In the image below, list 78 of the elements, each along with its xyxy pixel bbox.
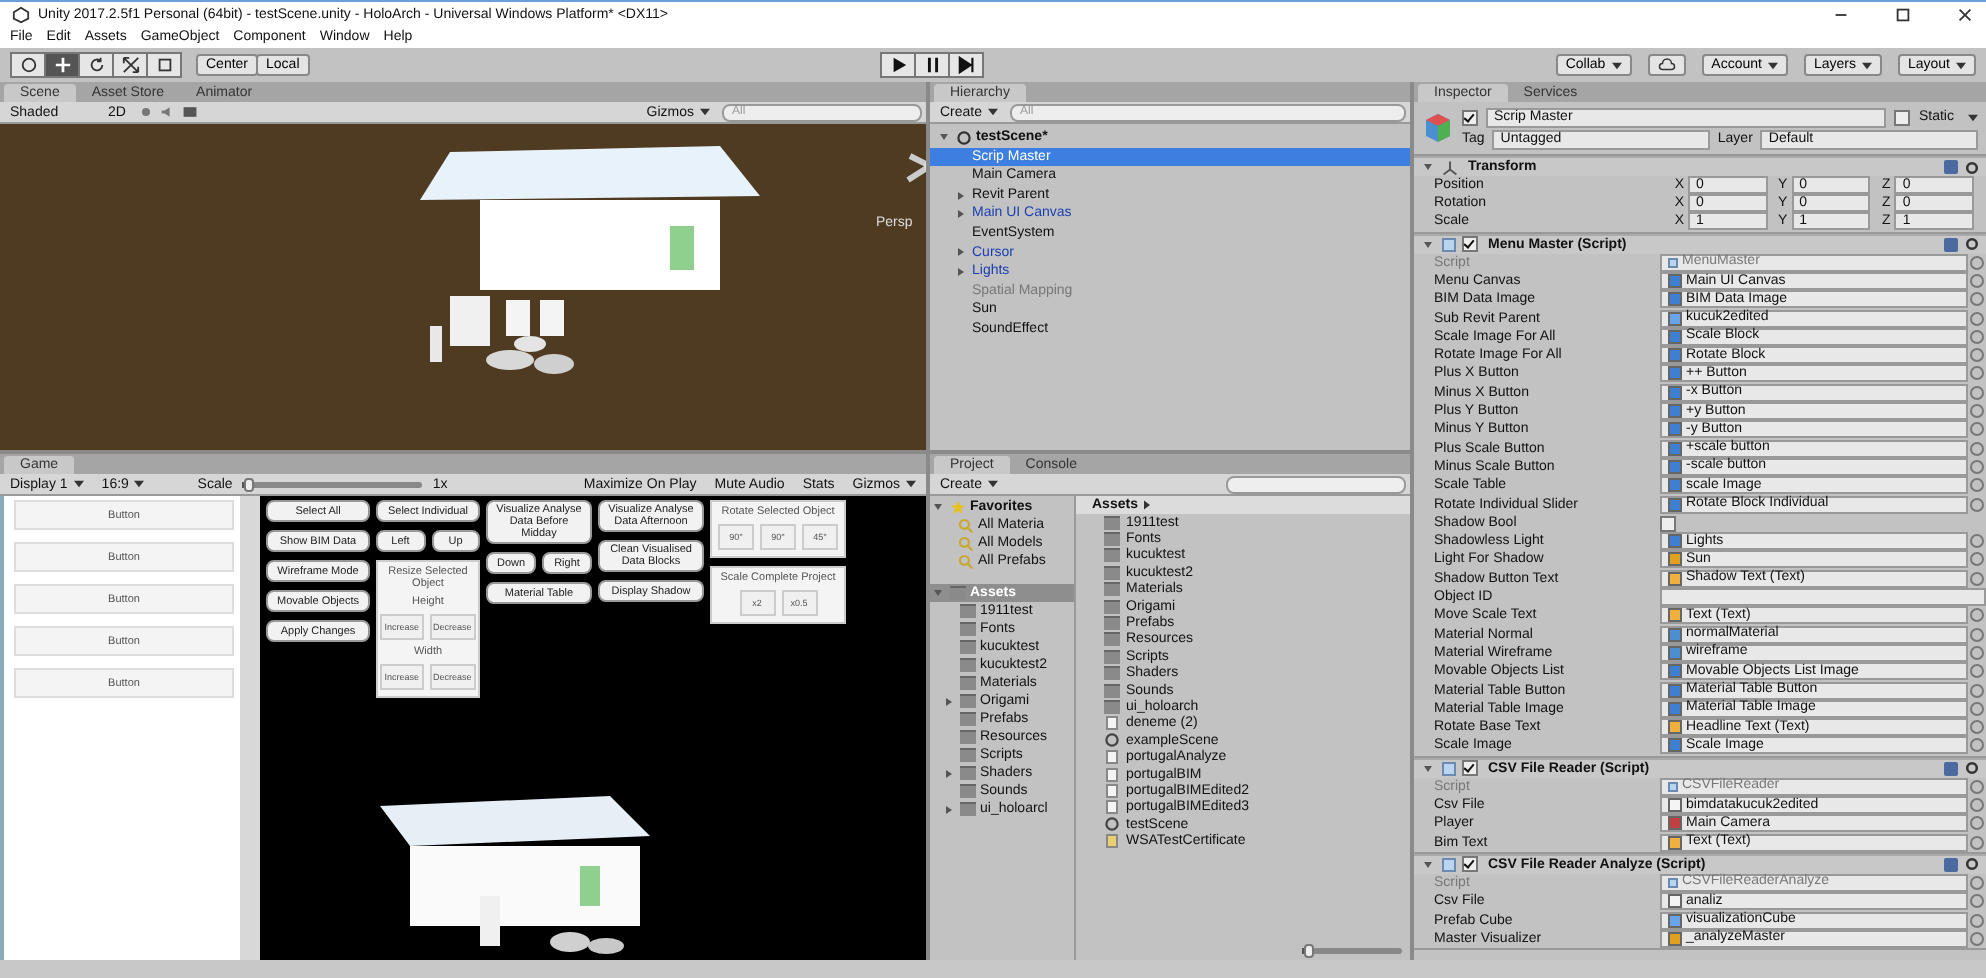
move-icon xyxy=(53,56,71,74)
caret-icon xyxy=(1861,61,1872,69)
rotate-icon xyxy=(87,56,105,74)
expand-arrow-icon[interactable] xyxy=(958,210,964,219)
rect-tool-button[interactable] xyxy=(146,52,182,78)
enabled-checkbox[interactable] xyxy=(1462,760,1478,777)
expand-arrow-icon[interactable] xyxy=(934,504,942,510)
step-button[interactable] xyxy=(948,52,985,78)
cloud-button[interactable] xyxy=(1647,54,1686,76)
cloud-icon xyxy=(1657,56,1676,74)
help-book-icon[interactable] xyxy=(1944,761,1958,776)
hand-icon xyxy=(19,56,37,74)
settings-icon[interactable] xyxy=(1964,856,1980,873)
expand-arrow-icon[interactable] xyxy=(958,248,964,257)
pause-icon xyxy=(923,56,942,74)
script-icon xyxy=(1442,237,1456,252)
caret-icon xyxy=(1956,61,1967,69)
expand-arrow-icon[interactable] xyxy=(1424,241,1432,248)
expand-arrow-icon[interactable] xyxy=(958,267,964,276)
transform-icon xyxy=(1442,159,1458,175)
caret-icon xyxy=(1767,61,1778,69)
expand-arrow-icon[interactable] xyxy=(946,697,952,705)
rect-icon xyxy=(155,56,173,74)
chevron-right-icon xyxy=(1143,500,1150,510)
maximize-icon[interactable] xyxy=(1894,5,1912,23)
script-icon xyxy=(1442,857,1456,872)
scene-icon xyxy=(1104,816,1120,833)
play-icon xyxy=(889,56,908,74)
caret-icon xyxy=(906,480,916,488)
play-button[interactable] xyxy=(880,52,917,78)
help-book-icon[interactable] xyxy=(1944,857,1958,872)
static-checkbox[interactable] xyxy=(1894,109,1911,125)
sun-icon[interactable] xyxy=(137,104,154,120)
expand-arrow-icon[interactable] xyxy=(1424,765,1432,772)
scene-icon xyxy=(956,129,972,146)
expand-arrow-icon[interactable] xyxy=(946,805,952,813)
caret-icon[interactable] xyxy=(1968,113,1978,121)
star-icon xyxy=(950,499,966,515)
certificate-icon xyxy=(1106,834,1118,849)
search-field[interactable] xyxy=(1226,475,1406,493)
unity-logo-icon xyxy=(12,5,30,23)
settings-icon[interactable] xyxy=(1964,236,1980,253)
close-icon[interactable] xyxy=(1956,5,1974,23)
hand-tool-button[interactable] xyxy=(10,52,46,78)
expand-arrow-icon[interactable] xyxy=(958,191,964,200)
scale-slider[interactable] xyxy=(242,481,423,487)
move-tool-button[interactable] xyxy=(44,52,80,78)
enabled-checkbox[interactable] xyxy=(1462,856,1478,873)
text-field[interactable] xyxy=(1660,588,1986,607)
caret-icon xyxy=(73,480,84,488)
scale-tool-button[interactable] xyxy=(112,52,148,78)
caret-icon xyxy=(988,480,999,488)
scale-icon xyxy=(121,56,139,74)
script-icon xyxy=(1442,761,1456,776)
expand-arrow-icon[interactable] xyxy=(946,769,952,777)
file-icon xyxy=(1106,716,1118,731)
settings-icon[interactable] xyxy=(1964,760,1980,777)
gameobject-cube-icon xyxy=(1422,112,1454,144)
expand-arrow-icon[interactable] xyxy=(1424,164,1432,170)
active-checkbox[interactable] xyxy=(1462,109,1478,125)
enabled-checkbox[interactable] xyxy=(1462,236,1478,253)
pause-button[interactable] xyxy=(914,52,951,78)
rotate-tool-button[interactable] xyxy=(78,52,114,78)
settings-icon[interactable] xyxy=(1964,159,1980,175)
image-icon[interactable] xyxy=(181,104,198,120)
caret-icon xyxy=(988,108,999,116)
help-book-icon[interactable] xyxy=(1944,237,1958,252)
scene-icon xyxy=(1104,732,1120,749)
caret-icon xyxy=(134,480,145,488)
caret-icon xyxy=(700,108,710,116)
expand-arrow-icon[interactable] xyxy=(1424,861,1432,868)
expand-arrow-icon[interactable] xyxy=(934,590,942,596)
scrollbar[interactable] xyxy=(240,496,260,960)
caret-icon xyxy=(1611,61,1622,69)
expand-arrow-icon[interactable] xyxy=(940,134,948,141)
step-icon xyxy=(957,56,976,74)
zoom-slider[interactable] xyxy=(1302,947,1402,953)
checkbox[interactable] xyxy=(1660,515,1676,532)
